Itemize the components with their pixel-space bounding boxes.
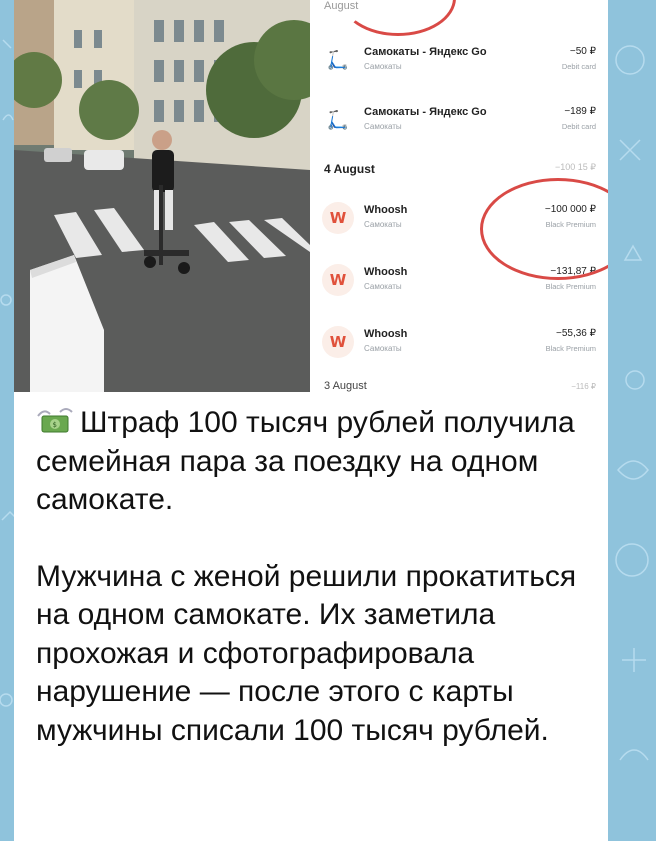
transactions-screenshot[interactable]: August 🛴 Самокаты - Яндекс Go Самокаты −… <box>310 0 608 392</box>
yandex-scooter-icon: 🛴 <box>326 109 350 131</box>
transaction-amount: −189 ₽ <box>564 106 596 117</box>
transaction-amount: −55,36 ₽ <box>555 328 596 339</box>
transaction-row[interactable]: 🛴 Самокаты - Яндекс Go Самокаты −189 ₽ D… <box>310 100 608 146</box>
whoosh-logo-icon: W <box>322 326 354 358</box>
headline-text: Штраф 100 тысяч рублей получила семейная… <box>36 406 575 516</box>
transaction-card: Black Premium <box>545 344 596 353</box>
transaction-merchant: Whoosh <box>364 204 408 216</box>
date-group-header: 4 August <box>324 162 375 176</box>
message-bubble: August 🛴 Самокаты - Яндекс Go Самокаты −… <box>14 0 608 841</box>
yandex-scooter-icon: 🛴 <box>326 49 350 71</box>
whoosh-logo-icon: W <box>322 264 354 296</box>
red-annotation-circle <box>340 0 456 36</box>
transaction-merchant: Whoosh <box>364 328 408 340</box>
next-date-amount: −116 ₽ <box>571 382 596 391</box>
svg-text:$: $ <box>53 421 57 429</box>
scooter-photo[interactable] <box>14 0 310 392</box>
transaction-category: Самокаты <box>364 220 402 229</box>
transaction-amount: −50 ₽ <box>569 46 596 57</box>
transaction-merchant: Whoosh <box>364 266 408 278</box>
body-text: Мужчина с женой решили прокатиться на од… <box>36 559 577 747</box>
transaction-category: Самокаты <box>364 122 402 131</box>
transaction-card: Black Premium <box>545 282 596 291</box>
message-text: $ Штраф 100 тысяч рублей получила семейн… <box>36 404 596 750</box>
money-with-wings-icon: $ <box>36 406 74 436</box>
next-date-header: 3 August <box>324 380 367 392</box>
date-group-total: −100 15 ₽ <box>554 162 596 172</box>
message-paragraph: $ Штраф 100 тысяч рублей получила семейн… <box>36 404 596 520</box>
transaction-category: Самокаты <box>364 62 402 71</box>
transaction-category: Самокаты <box>364 282 402 291</box>
transaction-card: Debit card <box>561 122 596 131</box>
whoosh-logo-icon: W <box>322 202 354 234</box>
transaction-merchant: Самокаты - Яндекс Go <box>364 46 487 58</box>
transaction-card: Debit card <box>561 62 596 71</box>
transaction-row[interactable]: W Whoosh Самокаты −55,36 ₽ Black Premium <box>310 322 608 368</box>
transaction-merchant: Самокаты - Яндекс Go <box>364 106 487 118</box>
transaction-category: Самокаты <box>364 344 402 353</box>
scooter-photo-illustration <box>14 0 310 392</box>
transaction-row[interactable]: 🛴 Самокаты - Яндекс Go Самокаты −50 ₽ De… <box>310 40 608 86</box>
